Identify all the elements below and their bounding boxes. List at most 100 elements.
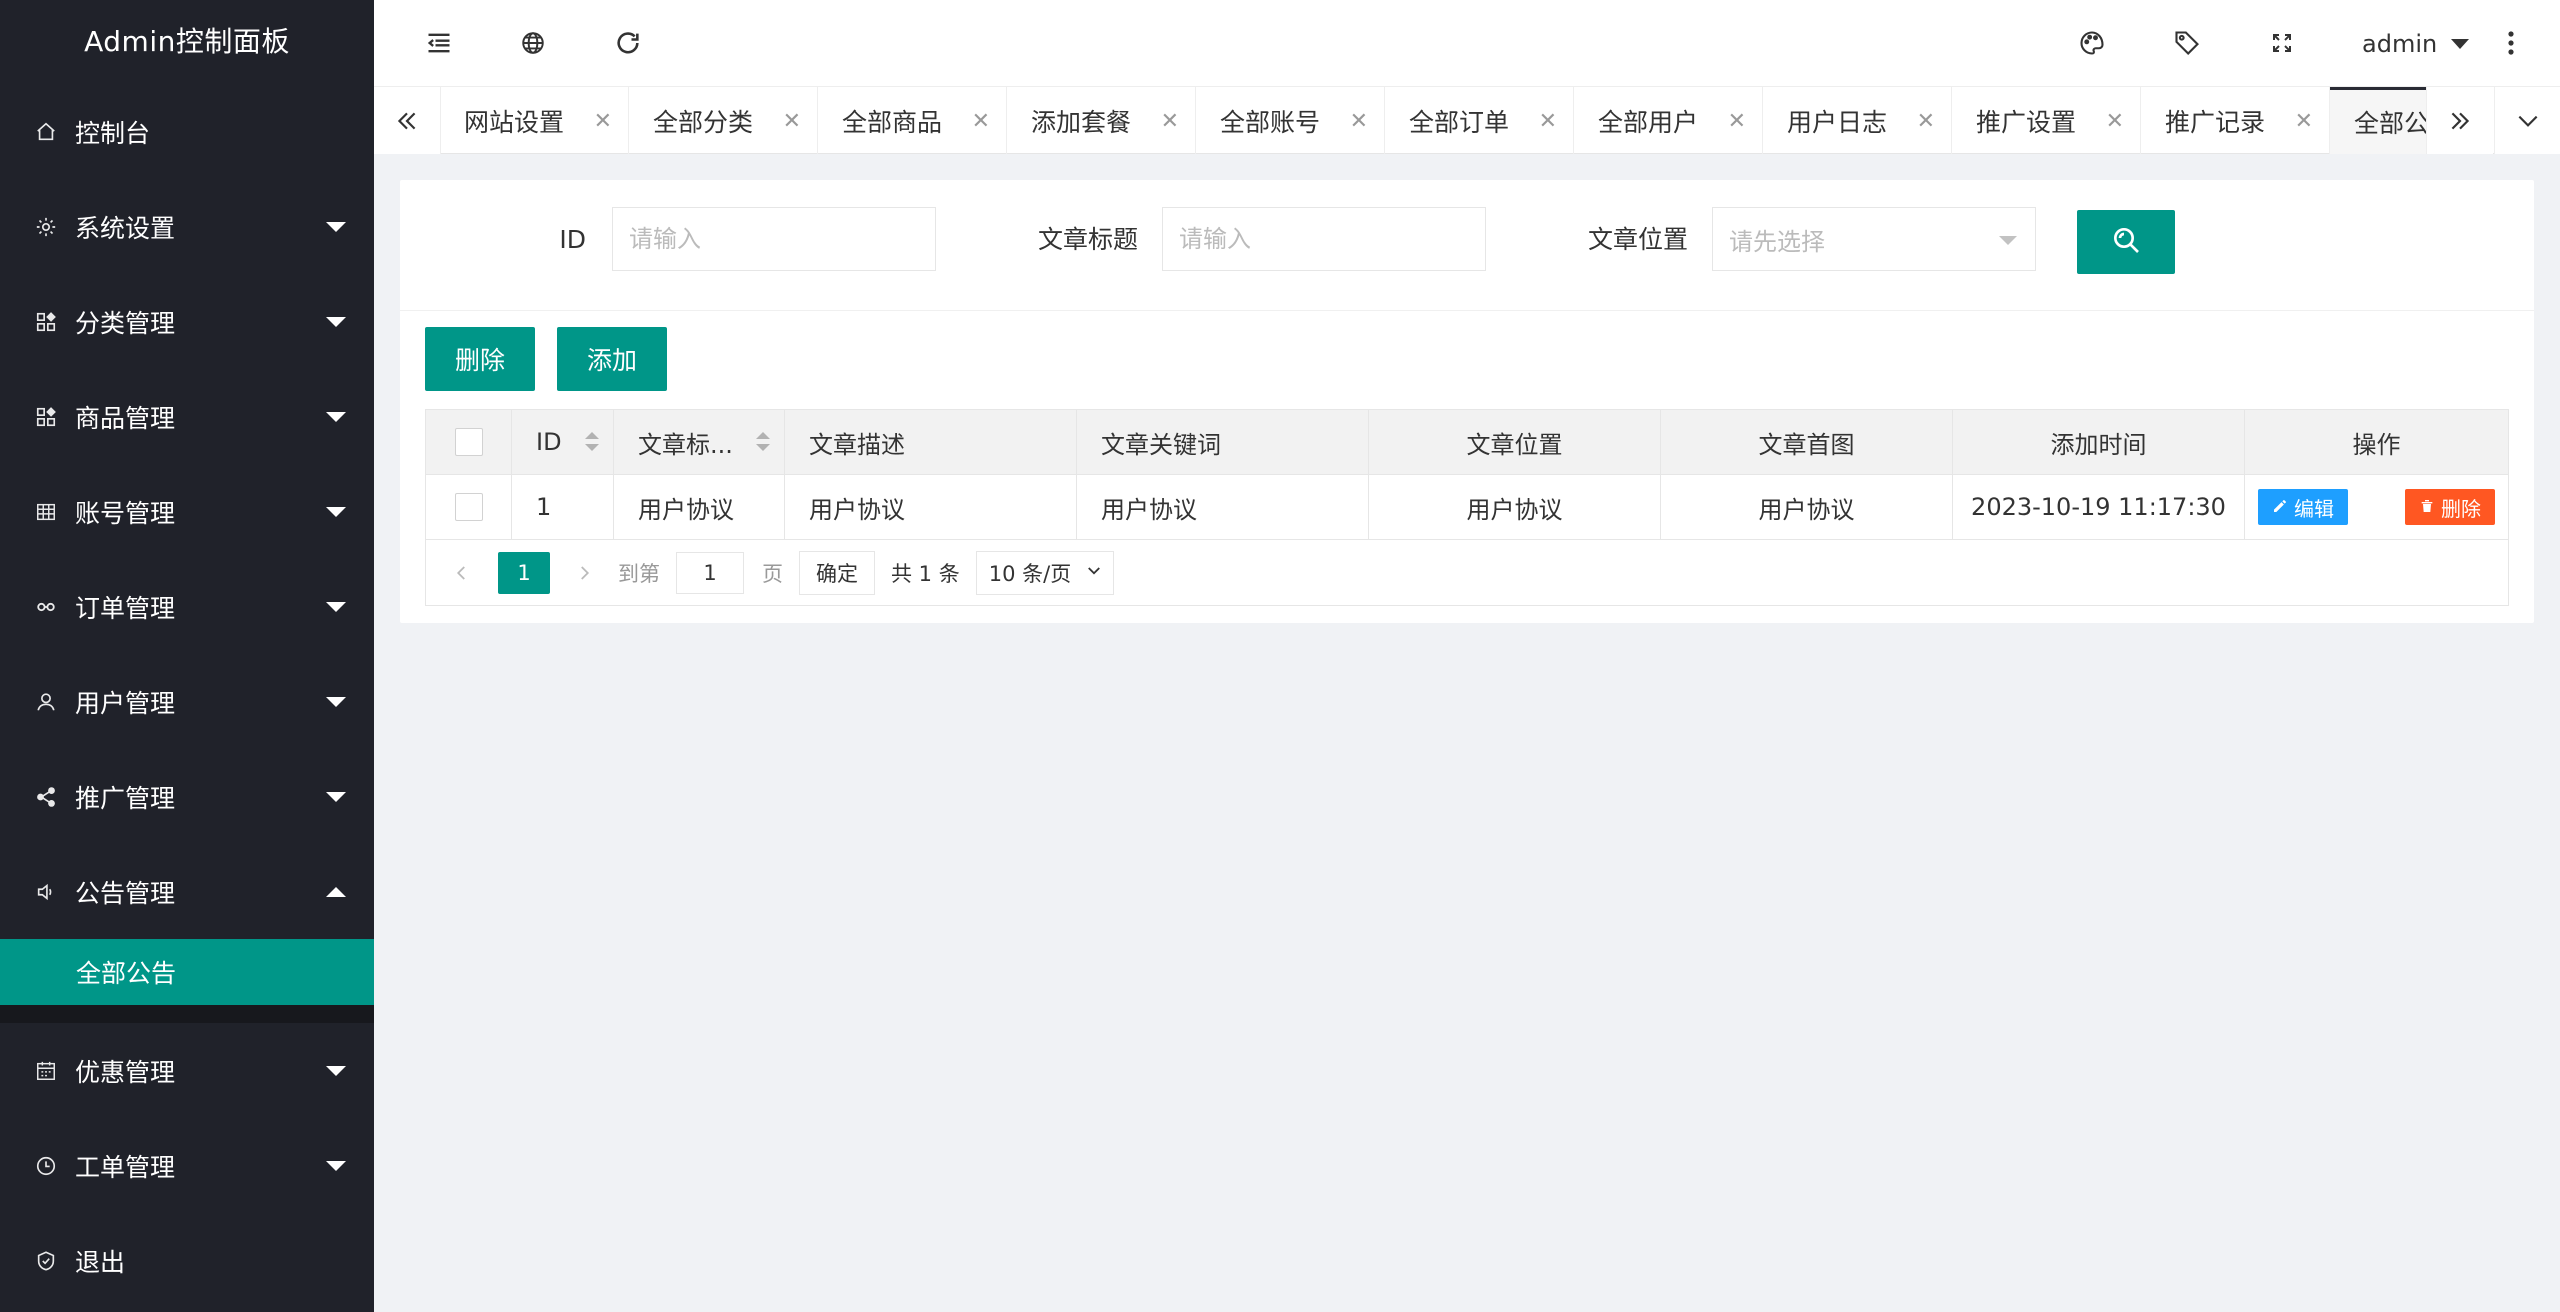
column-header-position: 文章位置 (1369, 410, 1661, 474)
position-select[interactable]: 请先选择 (1712, 207, 2036, 271)
column-label: 文章关键词 (1101, 430, 1221, 459)
position-label: 文章位置 (1587, 225, 1688, 254)
close-icon[interactable]: ✕ (1917, 109, 1935, 134)
close-icon[interactable]: ✕ (1539, 109, 1557, 134)
prev-page-icon[interactable] (446, 557, 478, 589)
sidebar-item-users[interactable]: 用户管理 (0, 654, 374, 749)
tab-all-users[interactable]: 全部用户 ✕ (1574, 87, 1763, 154)
sidebar-item-label: 退出 (75, 1247, 126, 1277)
tabs-menu-chevron-down-icon[interactable] (2494, 87, 2560, 154)
close-icon[interactable]: ✕ (2295, 109, 2313, 134)
close-icon[interactable]: ✕ (2106, 109, 2124, 134)
row-delete-button[interactable]: 删除 (2405, 489, 2495, 525)
tab-promotion-settings[interactable]: 推广设置 ✕ (1952, 87, 2141, 154)
tab-label: 全部用户 (1598, 107, 1699, 137)
submenu-announcements: 全部公告 (0, 939, 374, 1023)
page-size-select[interactable]: 10 条/页 (975, 550, 1115, 595)
column-header-image: 文章首图 (1661, 410, 1953, 474)
sidebar-item-orders[interactable]: 订单管理 (0, 559, 374, 654)
trash-icon (2419, 495, 2435, 519)
edit-label: 编辑 (2294, 496, 2334, 521)
chevron-down-icon (326, 1160, 346, 1171)
sidebar-item-dashboard[interactable]: 控制台 (0, 84, 374, 179)
tab-all-products[interactable]: 全部商品 ✕ (818, 87, 1007, 154)
column-header-id[interactable]: ID (512, 410, 614, 474)
close-icon[interactable]: ✕ (594, 109, 612, 134)
sidebar-item-label: 分类管理 (75, 308, 176, 338)
theme-icon[interactable] (2075, 26, 2109, 60)
more-vertical-icon[interactable] (2494, 26, 2528, 60)
tab-all-accounts[interactable]: 全部账号 ✕ (1196, 87, 1385, 154)
tab-label: 用户日志 (1787, 107, 1888, 137)
sidebar-item-logout[interactable]: 退出 (0, 1213, 374, 1308)
tab-user-logs[interactable]: 用户日志 ✕ (1763, 87, 1952, 154)
tab-promotion-records[interactable]: 推广记录 ✕ (2141, 87, 2330, 154)
tab-all-categories[interactable]: 全部分类 ✕ (629, 87, 818, 154)
close-icon[interactable]: ✕ (1161, 109, 1179, 134)
sort-icon[interactable] (585, 432, 599, 454)
row-select-cell (426, 475, 512, 539)
username: admin (2362, 30, 2438, 58)
tab-label: 添加套餐 (1031, 107, 1132, 137)
title-input[interactable] (1162, 207, 1486, 271)
id-input[interactable] (612, 207, 936, 271)
delete-button[interactable]: 删除 (425, 327, 536, 391)
sidebar-item-category[interactable]: 分类管理 (0, 274, 374, 369)
user-menu[interactable]: admin (2362, 24, 2470, 64)
tab-label: 网站设置 (464, 107, 565, 137)
tab-add-package[interactable]: 添加套餐 ✕ (1007, 87, 1196, 154)
id-label: ID (559, 225, 586, 254)
sidebar-item-promotion[interactable]: 推广管理 (0, 749, 374, 844)
shield-icon (34, 1249, 58, 1273)
indent-icon[interactable] (422, 26, 456, 60)
refresh-icon[interactable] (611, 26, 645, 60)
sidebar-item-accounts[interactable]: 账号管理 (0, 464, 374, 559)
search-button[interactable] (2077, 210, 2175, 274)
sort-icon[interactable] (756, 432, 770, 454)
row-checkbox[interactable] (454, 493, 483, 521)
fullscreen-icon[interactable] (2265, 26, 2299, 60)
column-label: 操作 (2352, 430, 2401, 459)
sidebar-item-coupons[interactable]: 优惠管理 (0, 1023, 374, 1118)
column-header-keywords: 文章关键词 (1077, 410, 1369, 474)
user-icon (34, 690, 58, 714)
column-header-title[interactable]: 文章标... (614, 410, 785, 474)
tab-list: 网站设置 ✕ 全部分类 ✕ 全部商品 ✕ 添加套餐 ✕ 全部账号 ✕ 全部订单 ✕ 全部用户… (440, 87, 2492, 154)
home-icon (34, 120, 58, 144)
add-button[interactable]: 添加 (557, 327, 668, 391)
chevron-down-icon (326, 506, 346, 517)
sidebar: Admin控制面板 控制台 系统设置 分类管理 商品管理 账号管理 订单管理 用… (0, 0, 374, 1312)
close-icon[interactable]: ✕ (1350, 109, 1368, 134)
tabs-scroll-left-icon[interactable] (374, 87, 441, 154)
tab-label: 全部订单 (1409, 107, 1510, 137)
globe-icon[interactable] (516, 26, 550, 60)
close-icon[interactable]: ✕ (1728, 109, 1746, 134)
page-size-value: 10 条/页 (988, 561, 1072, 586)
tag-icon[interactable] (2170, 26, 2204, 60)
page-unit-label: 页 (762, 561, 783, 586)
sidebar-item-label: 账号管理 (75, 498, 176, 528)
sidebar-item-products[interactable]: 商品管理 (0, 369, 374, 464)
select-all-checkbox[interactable] (454, 428, 483, 456)
column-label: 添加时间 (2050, 430, 2147, 459)
clock-icon (34, 1154, 58, 1178)
sidebar-item-label: 用户管理 (75, 688, 176, 718)
sidebar-item-system-settings[interactable]: 系统设置 (0, 179, 374, 274)
next-page-icon[interactable] (568, 557, 600, 589)
calendar-icon (34, 1059, 58, 1083)
cell-description: 用户协议 (785, 475, 1077, 539)
close-icon[interactable]: ✕ (783, 109, 801, 134)
tab-all-orders[interactable]: 全部订单 ✕ (1385, 87, 1574, 154)
sidebar-item-announcements[interactable]: 公告管理 (0, 844, 374, 939)
tabs-scroll-right-icon[interactable] (2426, 87, 2493, 154)
goto-page-input[interactable] (676, 551, 744, 594)
sidebar-item-label: 优惠管理 (75, 1057, 176, 1087)
tab-site-settings[interactable]: 网站设置 ✕ (440, 87, 629, 154)
close-icon[interactable]: ✕ (972, 109, 990, 134)
current-page[interactable]: 1 (498, 551, 550, 594)
chevron-down-icon (326, 316, 346, 327)
confirm-page-button[interactable]: 确定 (799, 550, 875, 595)
sidebar-subitem-all-announcements[interactable]: 全部公告 (0, 939, 374, 1005)
edit-button[interactable]: 编辑 (2258, 489, 2348, 525)
sidebar-item-tickets[interactable]: 工单管理 (0, 1118, 374, 1213)
